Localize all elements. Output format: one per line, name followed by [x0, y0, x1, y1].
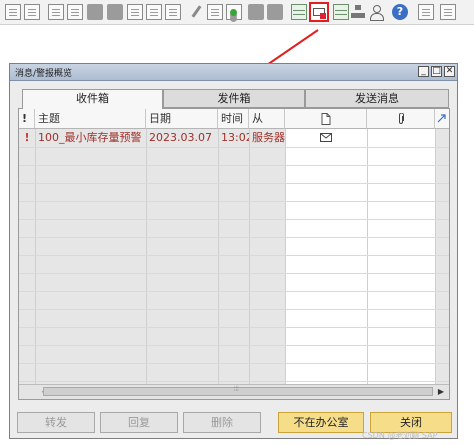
grid-line — [19, 291, 449, 292]
grid-icon[interactable] — [291, 4, 307, 20]
reply-button[interactable]: 回复 — [100, 412, 178, 433]
document-icon[interactable] — [67, 4, 83, 20]
user-icon[interactable] — [368, 4, 384, 21]
message-subject[interactable]: 100_最小库存量预警 — [35, 129, 146, 147]
grid-line — [19, 381, 449, 382]
column-expand[interactable] — [435, 109, 449, 129]
main-toolbar: ? — [0, 0, 474, 25]
column-header-date[interactable]: 日期 — [146, 109, 218, 129]
print-icon[interactable] — [87, 4, 103, 20]
grid-line — [435, 129, 436, 387]
minimize-button[interactable]: _ — [418, 66, 429, 77]
column-header-attachment[interactable] — [285, 109, 367, 129]
message-icon[interactable] — [248, 4, 264, 20]
priority-flag: ! — [24, 131, 30, 144]
document-icon[interactable] — [165, 4, 181, 20]
preview-icon[interactable] — [107, 4, 123, 20]
document-icon[interactable] — [440, 4, 456, 20]
document-icon[interactable] — [5, 4, 21, 20]
messages-grid: ! 主题 日期 时间 从 ! 100_最小库存量预警 2023.03.07 13… — [18, 108, 450, 400]
document-check-icon[interactable] — [226, 4, 242, 20]
help-icon[interactable]: ? — [392, 4, 408, 20]
document-icon[interactable] — [146, 4, 162, 20]
watermark: CSDN @老刘聊 SAP — [362, 431, 438, 440]
grid-line — [19, 255, 449, 256]
calendar-icon[interactable] — [333, 4, 349, 20]
column-header-priority[interactable]: ! — [19, 109, 35, 129]
grid-line — [19, 309, 449, 310]
scroll-grip: ⦙⦙⦙ — [234, 385, 239, 393]
pencil-icon[interactable] — [188, 4, 204, 20]
horizontal-scrollbar[interactable]: ◀ ⦙⦙⦙ ▶ — [19, 384, 449, 399]
message-icon[interactable] — [267, 4, 283, 20]
org-tree-icon[interactable] — [350, 4, 366, 20]
column-header-time[interactable]: 时间 — [218, 109, 249, 129]
grid-line — [19, 327, 449, 328]
delete-button[interactable]: 删除 — [183, 412, 261, 433]
grid-line — [249, 129, 250, 387]
copy-icon[interactable] — [48, 4, 64, 20]
close-window-button[interactable]: ✕ — [444, 66, 455, 77]
grid-line — [285, 129, 286, 387]
column-header-clip[interactable] — [367, 109, 435, 129]
grid-gray-area — [19, 129, 285, 387]
grid-line — [19, 183, 449, 184]
paperclip-icon — [399, 113, 404, 124]
message-date: 2023.03.07 — [149, 131, 212, 144]
message-from: 服务器 — [252, 131, 285, 144]
grid-line — [19, 273, 449, 274]
tab-outbox[interactable]: 发件箱 — [163, 89, 305, 108]
window-title: 消息/警报概览 — [15, 69, 73, 79]
grid-gray-area — [435, 129, 449, 387]
grid-line — [19, 147, 449, 148]
maximize-button[interactable]: □ — [431, 66, 442, 77]
expand-icon — [437, 114, 446, 123]
grid-line — [35, 129, 36, 387]
column-header-from[interactable]: 从 — [249, 109, 285, 129]
document-icon[interactable] — [24, 4, 40, 20]
grid-line — [367, 129, 368, 387]
grid-line — [218, 129, 219, 387]
page-icon — [321, 113, 331, 125]
grid-line — [19, 345, 449, 346]
document-icon[interactable] — [418, 4, 434, 20]
message-time: 13:02 — [221, 131, 249, 144]
tab-inbox[interactable]: 收件箱 — [22, 89, 163, 109]
scrollbar-thumb[interactable]: ⦙⦙⦙ — [43, 385, 433, 396]
grid-line — [19, 237, 449, 238]
document-icon[interactable] — [207, 4, 223, 20]
messages-alerts-window: 消息/警报概览 _ □ ✕ 收件箱 发件箱 发送消息 ! 主题 日期 时间 从 — [9, 63, 458, 439]
out-of-office-button[interactable]: 不在办公室 — [278, 412, 364, 433]
messages-alerts-icon[interactable] — [309, 2, 329, 22]
grid-line — [19, 363, 449, 364]
tab-sent-messages[interactable]: 发送消息 — [305, 89, 449, 108]
grid-line — [19, 201, 449, 202]
grid-line — [146, 129, 147, 387]
column-header-subject[interactable]: 主题 — [35, 109, 146, 129]
envelope-icon[interactable] — [320, 133, 332, 142]
window-titlebar[interactable]: 消息/警报概览 _ □ ✕ — [10, 64, 457, 81]
document-icon[interactable] — [127, 4, 143, 20]
scroll-right-button[interactable]: ▶ — [435, 386, 447, 397]
grid-line — [19, 219, 449, 220]
grid-line — [19, 165, 449, 166]
forward-button[interactable]: 转发 — [17, 412, 95, 433]
